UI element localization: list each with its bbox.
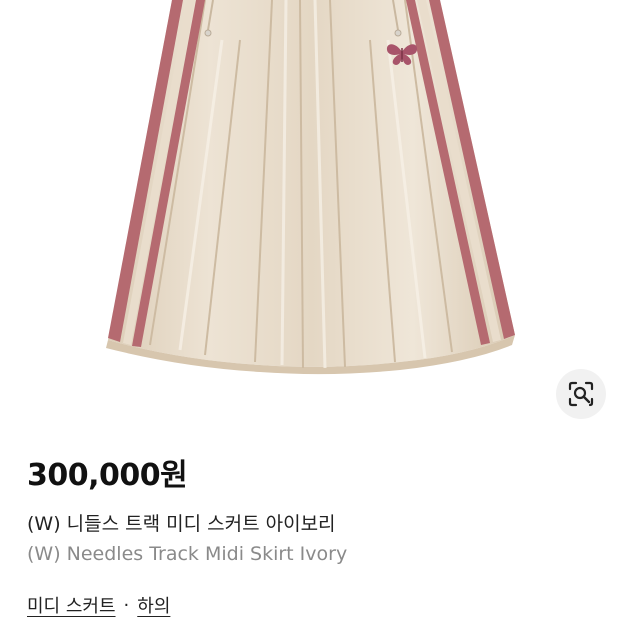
camera-search-icon [568, 381, 594, 407]
breadcrumb-separator: · [123, 594, 130, 616]
product-image[interactable] [0, 0, 620, 430]
skirt-illustration [106, 0, 515, 375]
visual-search-button[interactable] [556, 369, 606, 419]
product-price: 300,000원 [27, 458, 188, 493]
category-breadcrumb: 미디 스커트 · 하의 [27, 592, 170, 618]
product-title-korean: (W) 니들스 트랙 미디 스커트 아이보리 [27, 513, 336, 535]
breadcrumb-link-midi-skirt[interactable]: 미디 스커트 [27, 592, 116, 618]
product-title-english: (W) Needles Track Midi Skirt Ivory [27, 543, 348, 565]
breadcrumb-link-bottoms[interactable]: 하의 [137, 592, 170, 618]
